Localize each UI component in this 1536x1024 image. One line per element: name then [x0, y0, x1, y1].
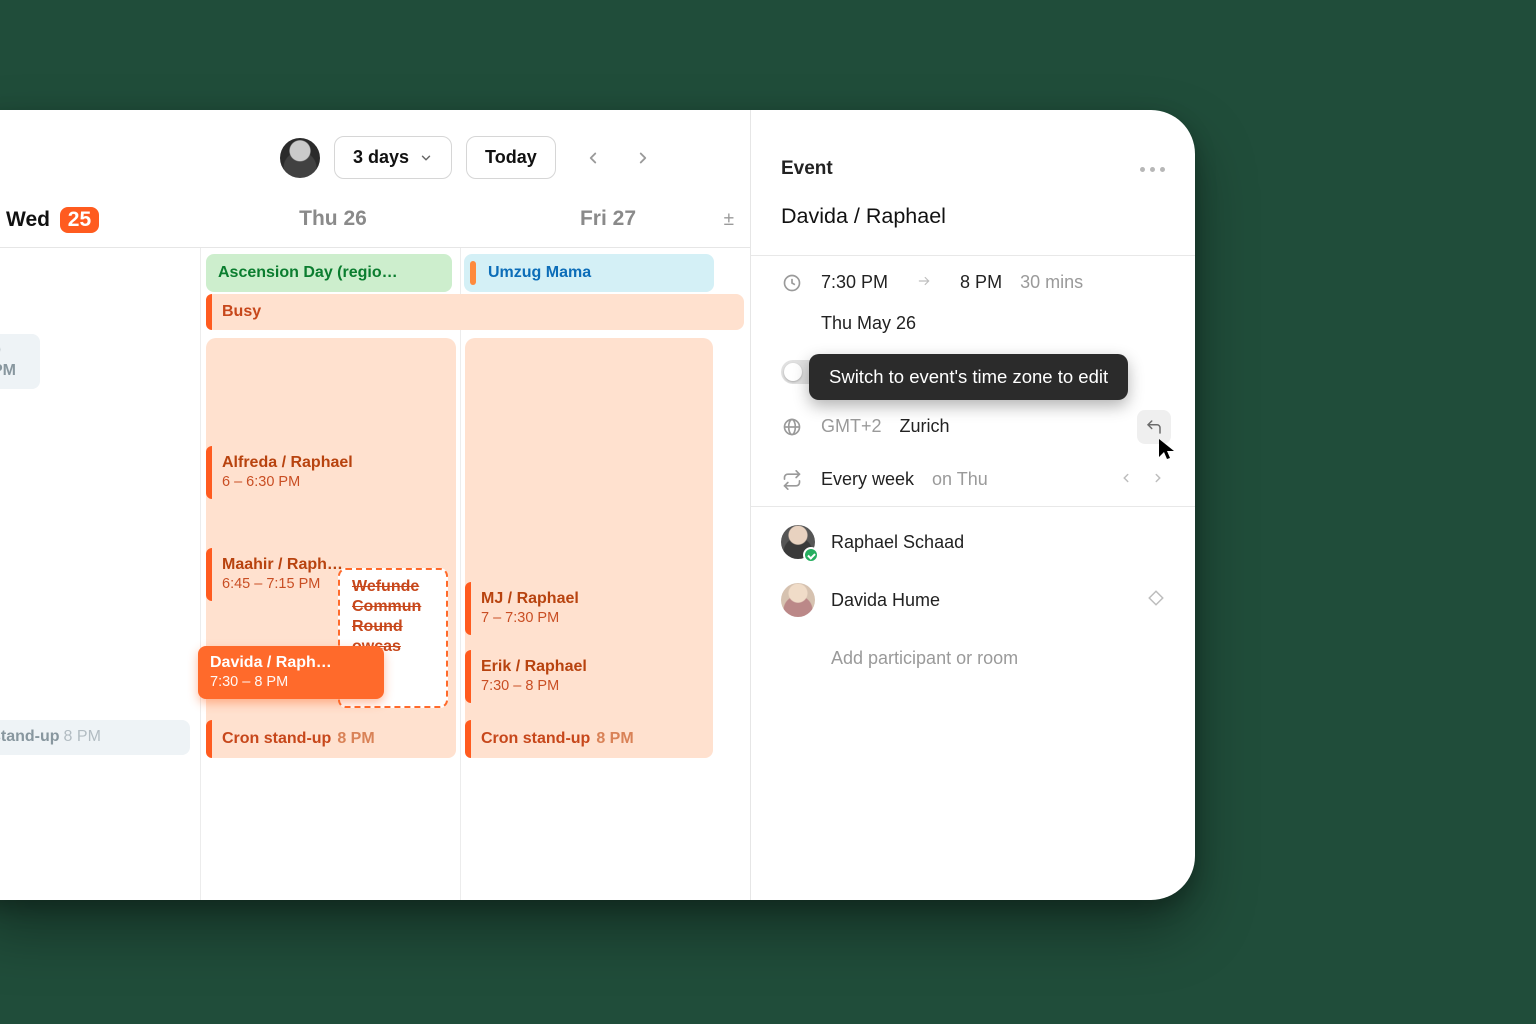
participant-row[interactable]: Raphael Schaad: [781, 513, 1165, 571]
timezone-row[interactable]: GMT+2 Zurich: [751, 400, 1195, 453]
more-menu-icon[interactable]: [1140, 167, 1165, 172]
switch-timezone-button[interactable]: [1137, 410, 1171, 444]
duration: 30 mins: [1020, 272, 1083, 293]
event-title: Erik / Raphael: [481, 657, 621, 677]
event-alfreda[interactable]: Alfreda / Raphael 6 – 6:30 PM: [206, 446, 456, 499]
recurrence-main: Every week: [821, 469, 914, 490]
chevron-down-icon: [419, 151, 433, 165]
start-time: 7:30 PM: [821, 272, 888, 293]
day-header-wed[interactable]: Wed 25: [0, 207, 200, 247]
event-standup-thu[interactable]: Cron stand-up 8 PM: [206, 720, 456, 758]
participant-name: Davida Hume: [831, 590, 940, 611]
calendar-pane: 3 days Today: [0, 110, 751, 900]
event-line: Round: [352, 617, 434, 637]
topbar: 3 days Today: [0, 110, 750, 207]
repeat-icon: [781, 470, 803, 490]
participant-name: Raphael Schaad: [831, 532, 964, 553]
event-time: 8 PM: [337, 730, 374, 747]
end-time: 8 PM: [960, 272, 1002, 293]
event-title: Alfreda / Raphael: [222, 453, 444, 473]
globe-icon: [781, 417, 803, 437]
app-window: 3 days Today: [0, 110, 1195, 900]
event-title: stand-up: [0, 728, 60, 745]
next-button[interactable]: [628, 143, 658, 173]
event-ascension-day[interactable]: Ascension Day (regio…: [206, 254, 452, 292]
event-time: 7:30 – 8 PM: [210, 673, 372, 691]
event-line: Wefunde: [352, 577, 434, 597]
timezone-city: Zurich: [900, 416, 950, 437]
day-header-thu[interactable]: Thu 26: [200, 207, 460, 247]
spacer: [781, 641, 815, 675]
day-headers: Wed 25 Thu 26 Fri 27 ±: [0, 207, 750, 248]
day-label: Thu 26: [299, 207, 367, 230]
avatar: [781, 583, 815, 617]
event-title: MJ / Raphael: [481, 589, 621, 609]
timezone-tooltip: Switch to event's time zone to edit: [809, 354, 1128, 400]
event-standup-wed[interactable]: stand-up8 PM: [0, 720, 190, 755]
event-title: Ascension Day (regio…: [218, 264, 398, 281]
prev-button[interactable]: [578, 143, 608, 173]
event-title: Busy: [222, 303, 261, 320]
event-erik[interactable]: Erik / Raphael 7:30 – 8 PM: [465, 650, 633, 703]
avatar: [781, 525, 815, 559]
event-davida-selected[interactable]: Davida / Raph… 7:30 – 8 PM: [198, 646, 384, 699]
event-prev-day[interactable]: 0 PM: [0, 334, 40, 389]
today-button[interactable]: Today: [466, 136, 556, 179]
event-time: 7 – 7:30 PM: [481, 609, 621, 627]
gmt-offset: GMT+2: [821, 416, 882, 437]
event-date: Thu May 26: [821, 313, 916, 334]
participant-row[interactable]: Davida Hume: [781, 571, 1165, 629]
tooltip-text: Switch to event's time zone to edit: [829, 366, 1108, 387]
profile-avatar[interactable]: [280, 138, 320, 178]
recurrence-sub: on Thu: [932, 469, 988, 490]
event-time: 7:30 – 8 PM: [481, 677, 621, 695]
event-time: 8 PM: [64, 728, 101, 745]
day-label: Fri 27: [580, 207, 636, 230]
status-maybe-icon: [1147, 589, 1165, 612]
participants-section: Raphael Schaad Davida Hume Add participa…: [751, 507, 1195, 687]
range-label: 3 days: [353, 147, 409, 168]
add-participant-placeholder: Add participant or room: [831, 648, 1018, 669]
event-line: Commun: [352, 597, 434, 617]
status-accepted-icon: [803, 547, 819, 563]
event-title-field[interactable]: Davida / Raphael: [751, 188, 1195, 255]
event-umzug-mama[interactable]: Umzug Mama: [464, 254, 714, 292]
allday-row: Switch to event's time zone to edit: [751, 350, 1195, 400]
day-number-badge: 25: [60, 207, 99, 233]
event-time-row[interactable]: 7:30 PM 8 PM 30 mins: [751, 256, 1195, 309]
arrow-right-icon: [914, 272, 934, 293]
panel-heading: Event: [781, 158, 833, 180]
event-title: Cron stand-up: [222, 730, 331, 747]
clock-icon: [781, 273, 803, 293]
event-standup-fri[interactable]: Cron stand-up 8 PM: [465, 720, 713, 758]
add-participant-row[interactable]: Add participant or room: [781, 629, 1165, 687]
recurrence-next[interactable]: [1151, 469, 1165, 490]
event-title: Umzug Mama: [488, 264, 591, 281]
calendar-grid[interactable]: Ascension Day (regio… Umzug Mama Busy 0 …: [0, 248, 750, 900]
day-label: Wed: [6, 208, 50, 231]
day-header-fri[interactable]: Fri 27: [460, 207, 750, 247]
today-label: Today: [485, 147, 537, 168]
busy-bar[interactable]: Busy: [206, 294, 744, 330]
event-title: 0 PM: [0, 342, 16, 379]
event-title: Cron stand-up: [481, 730, 590, 747]
event-title: Davida / Raph…: [210, 653, 372, 673]
event-time: 8 PM: [596, 730, 633, 747]
expand-toggle-icon[interactable]: ±: [724, 209, 734, 231]
range-dropdown[interactable]: 3 days: [334, 136, 452, 179]
event-date-row[interactable]: Thu May 26: [751, 309, 1195, 350]
event-panel: Event Davida / Raphael 7:30 PM 8 PM 30 m…: [751, 110, 1195, 900]
recurrence-row[interactable]: Every week on Thu: [751, 453, 1195, 506]
event-time: 6 – 6:30 PM: [222, 473, 444, 491]
recurrence-prev[interactable]: [1119, 469, 1133, 490]
event-mj[interactable]: MJ / Raphael 7 – 7:30 PM: [465, 582, 633, 635]
